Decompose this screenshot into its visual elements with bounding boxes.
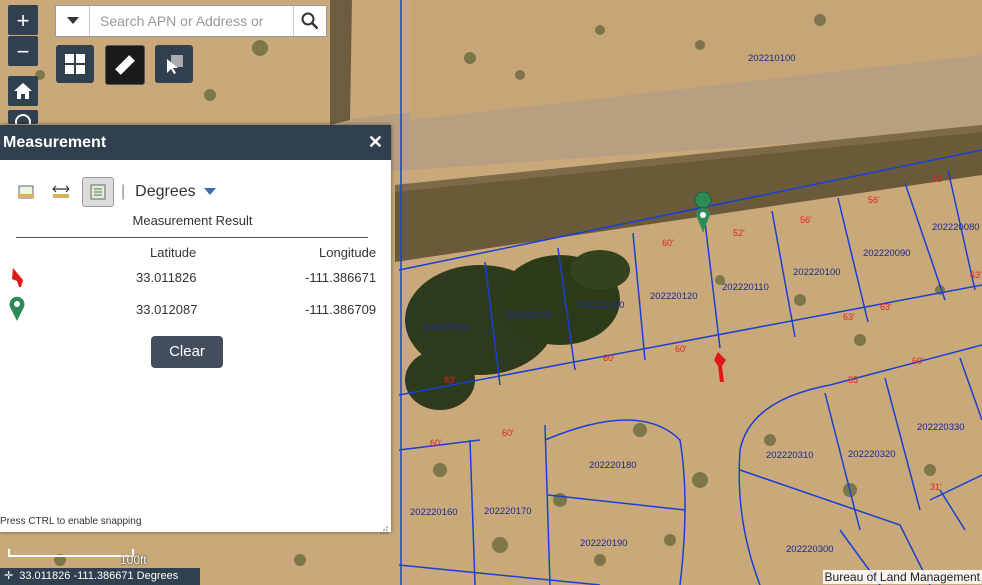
measurement-panel: Measurement ✕ | Degrees Measurement Resu…	[0, 125, 391, 534]
panel-title: Measurement	[3, 133, 107, 151]
latitude-header: Latitude	[150, 245, 197, 260]
svg-text:202220100: 202220100	[793, 267, 841, 278]
area-tool-button[interactable]	[12, 179, 40, 205]
coordinate-text: 33.011826 -111.386671 Degrees	[19, 570, 179, 582]
snap-hint: Press CTRL to enable snapping	[0, 516, 142, 527]
location-icon	[90, 184, 106, 200]
svg-text:31': 31'	[930, 482, 942, 492]
identify-tool-button[interactable]	[155, 45, 193, 83]
svg-text:202220160: 202220160	[410, 507, 458, 518]
attribution: Bureau of Land Management	[822, 570, 982, 584]
search-icon	[301, 12, 319, 30]
measure-tools: | Degrees	[12, 177, 216, 207]
caret-down-icon	[66, 17, 79, 24]
locate-icon	[15, 114, 31, 124]
panel-header: Measurement ✕	[0, 125, 391, 160]
svg-text:202220300: 202220300	[786, 544, 834, 555]
svg-text:56': 56'	[800, 215, 812, 225]
search-source-dropdown[interactable]	[56, 6, 90, 36]
crosshair-icon: ✛	[4, 570, 14, 582]
resize-handle-icon[interactable]	[380, 521, 388, 534]
home-icon	[14, 83, 32, 99]
units-dropdown[interactable]: Degrees	[135, 183, 216, 201]
close-icon[interactable]: ✕	[368, 132, 383, 153]
search-button[interactable]	[293, 6, 326, 36]
distance-tool-button[interactable]	[47, 179, 75, 205]
svg-text:60': 60'	[502, 428, 514, 438]
svg-text:56': 56'	[932, 174, 944, 184]
svg-text:63': 63'	[970, 270, 982, 280]
zoom-out-button[interactable]: −	[8, 36, 38, 66]
svg-text:202220080: 202220080	[932, 222, 980, 233]
coordinate-readout: ✛ 33.011826 -111.386671 Degrees	[0, 568, 200, 585]
svg-text:60': 60'	[430, 438, 442, 448]
svg-text:202220330: 202220330	[917, 422, 965, 433]
svg-text:202220150: 202220150	[423, 322, 471, 333]
svg-text:202220140: 202220140	[505, 310, 553, 321]
svg-text:202220190: 202220190	[580, 538, 628, 549]
svg-text:63': 63'	[843, 312, 855, 322]
location-tool-button[interactable]	[82, 177, 114, 207]
ruler-icon	[115, 55, 135, 75]
longitude-value: -111.386671	[305, 270, 377, 285]
scale-bar	[8, 549, 134, 557]
svg-text:202220180: 202220180	[589, 460, 637, 471]
red-flag-icon	[12, 268, 23, 287]
measure-tool-button[interactable]	[105, 45, 145, 85]
zoom-in-button[interactable]: +	[8, 5, 38, 35]
svg-text:202220310: 202220310	[766, 450, 814, 461]
result-title: Measurement Result	[132, 213, 253, 228]
svg-text:52': 52'	[733, 228, 745, 238]
distance-icon	[52, 185, 70, 198]
search-input[interactable]	[90, 6, 293, 36]
svg-text:60': 60'	[675, 344, 687, 354]
svg-text:60': 60'	[662, 238, 674, 248]
longitude-value: -111.386709	[305, 302, 377, 317]
svg-text:83': 83'	[444, 375, 456, 385]
latitude-value: 33.012087	[136, 302, 198, 317]
svg-text:55': 55'	[848, 375, 860, 385]
svg-text:202220170: 202220170	[484, 506, 532, 517]
divider	[16, 237, 368, 238]
svg-text:202220110: 202220110	[722, 282, 769, 293]
caret-down-icon	[203, 188, 216, 195]
svg-text:202220130: 202220130	[577, 300, 625, 311]
svg-text:60': 60'	[912, 356, 924, 366]
svg-text:202220120: 202220120	[650, 291, 698, 302]
scale-label: 100ft	[120, 553, 147, 567]
svg-text:202210100: 202210100	[748, 53, 796, 64]
svg-text:63': 63'	[880, 302, 892, 312]
cursor-select-icon	[167, 55, 183, 74]
svg-text:202220320: 202220320	[848, 449, 896, 460]
svg-text:56': 56'	[868, 195, 880, 205]
latitude-value: 33.011826	[136, 270, 197, 285]
svg-text:60': 60'	[603, 353, 615, 363]
home-button[interactable]	[8, 76, 38, 106]
area-icon	[18, 185, 34, 199]
separator: |	[121, 183, 126, 200]
grid-icon	[65, 54, 85, 74]
basemap-gallery-button[interactable]	[56, 45, 94, 83]
locate-button[interactable]	[8, 110, 38, 124]
search-bar	[55, 5, 327, 37]
green-pin-icon	[9, 296, 25, 321]
clear-button[interactable]: Clear	[151, 336, 223, 368]
longitude-header: Longitude	[319, 245, 377, 260]
svg-text:202220090: 202220090	[863, 248, 911, 259]
units-value: Degrees	[135, 183, 196, 200]
